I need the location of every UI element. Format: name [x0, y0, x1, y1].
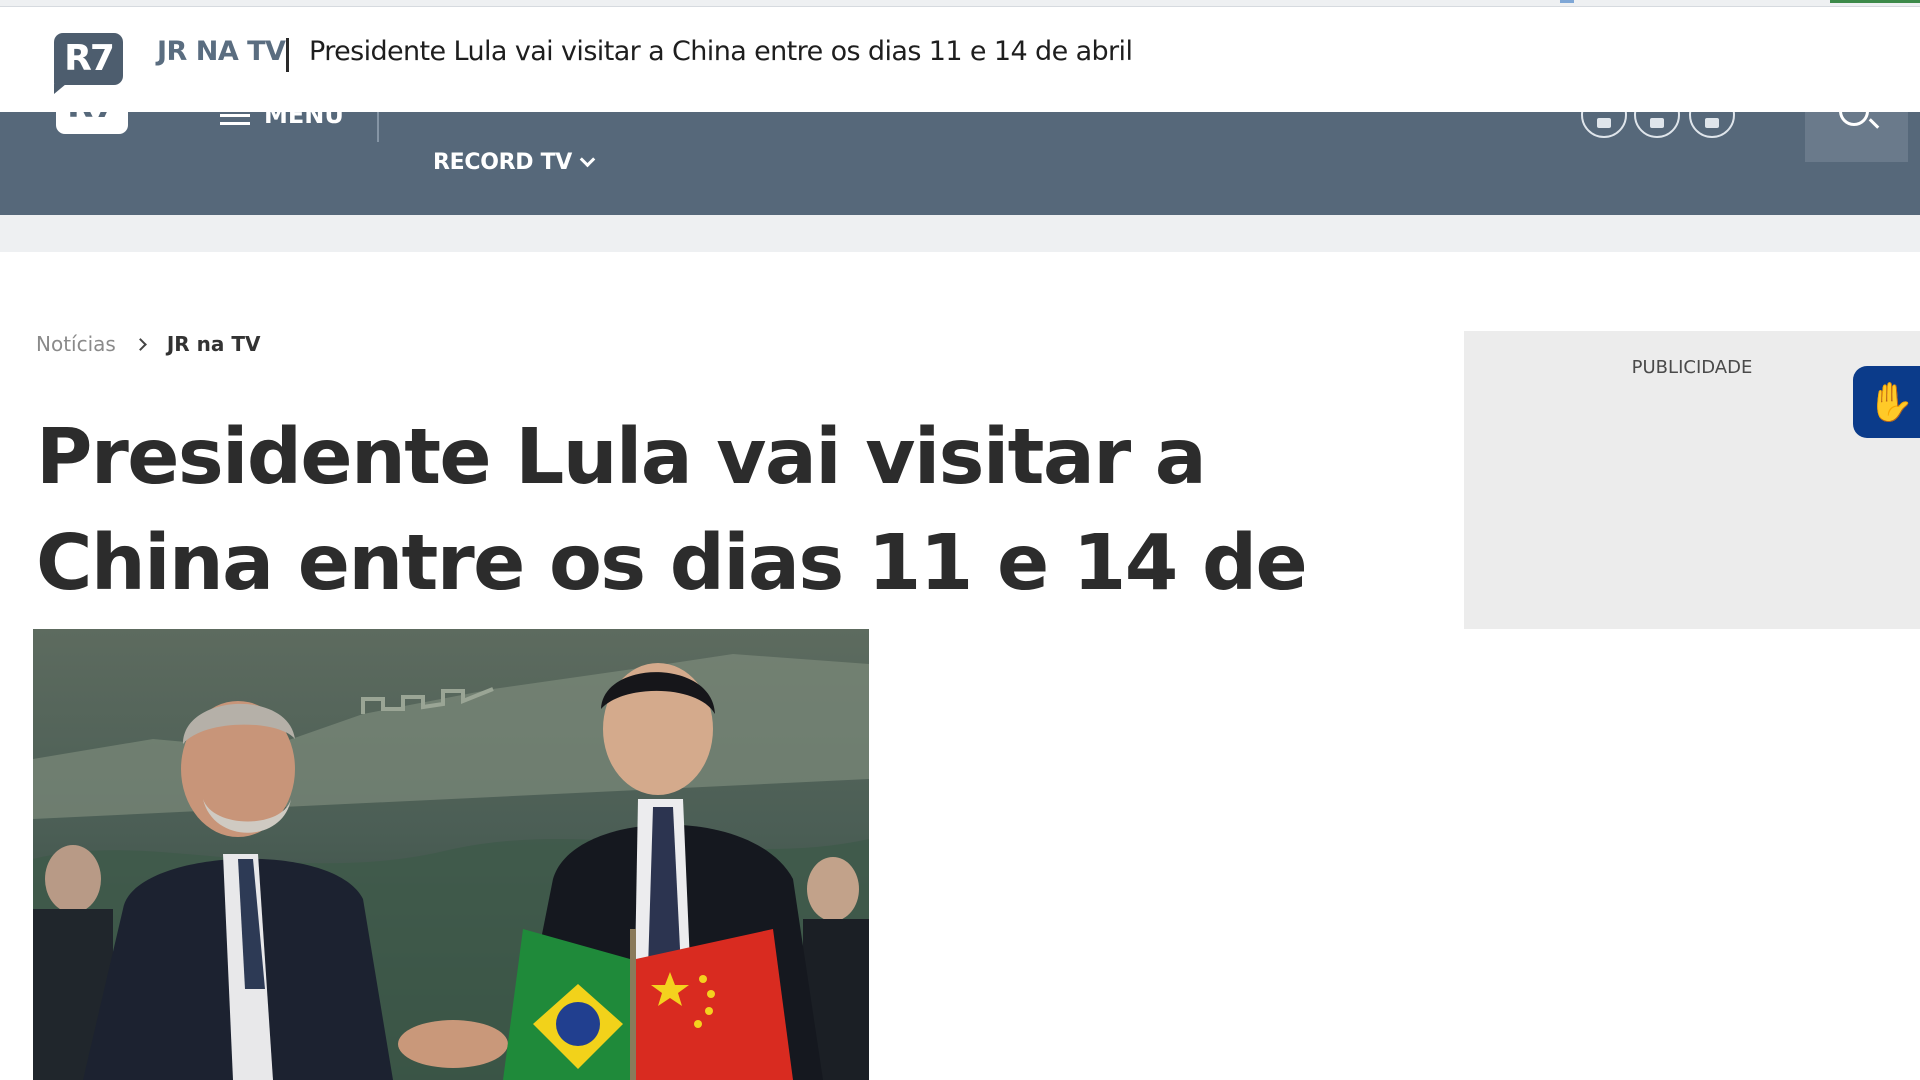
- advertisement-box: PUBLICIDADE: [1464, 331, 1920, 629]
- advertisement-label: PUBLICIDADE: [1631, 357, 1753, 378]
- tab-highlight: [1830, 0, 1920, 3]
- sign-language-hand-icon: ✋: [1867, 380, 1915, 424]
- accessibility-button[interactable]: ✋: [1853, 366, 1920, 438]
- twitter-glyph: [1650, 118, 1664, 128]
- instagram-icon[interactable]: [1689, 112, 1735, 138]
- twitter-icon[interactable]: [1634, 112, 1680, 138]
- search-button[interactable]: [1805, 112, 1908, 162]
- ad-strip: [0, 215, 1920, 252]
- main-navbar: R7 MENU RECORD TV: [0, 112, 1920, 215]
- search-icon: [1839, 112, 1869, 126]
- menu-label: MENU: [264, 112, 344, 129]
- r7-logo[interactable]: R7: [54, 33, 123, 94]
- chevron-right-icon: [133, 337, 147, 351]
- logo-speech-tail: [54, 84, 66, 94]
- page: R7 JR NA TV Presidente Lula vai visitar …: [0, 0, 1920, 1080]
- article-photo: [33, 629, 869, 1080]
- menu-button[interactable]: MENU: [220, 112, 344, 130]
- browser-top-strip: [0, 0, 1920, 7]
- hamburger-icon: [220, 112, 250, 126]
- sticky-section-link[interactable]: JR NA TV: [157, 36, 286, 67]
- chevron-down-icon: [579, 151, 596, 168]
- sticky-header: R7 JR NA TV Presidente Lula vai visitar …: [0, 8, 1920, 112]
- breadcrumb: Notícias JR na TV: [36, 332, 260, 356]
- facebook-glyph: [1597, 118, 1611, 128]
- search-icon-handle: [1868, 118, 1880, 129]
- record-tv-dropdown[interactable]: RECORD TV: [433, 150, 596, 175]
- nav-divider: [377, 112, 379, 142]
- photo-illustration: [33, 629, 869, 1080]
- sticky-separator: [286, 38, 289, 72]
- breadcrumb-noticias[interactable]: Notícias: [36, 332, 116, 356]
- r7-logo-text: R7: [64, 38, 115, 79]
- record-tv-label: RECORD TV: [433, 150, 573, 175]
- instagram-glyph: [1705, 118, 1719, 128]
- nav-r7-logo[interactable]: R7: [56, 112, 128, 134]
- facebook-icon[interactable]: [1581, 112, 1627, 138]
- loading-indicator: [1560, 0, 1574, 3]
- nav-logo-text: R7: [56, 112, 128, 126]
- breadcrumb-jr-na-tv[interactable]: JR na TV: [167, 332, 261, 356]
- sticky-headline: Presidente Lula vai visitar a China entr…: [309, 36, 1133, 67]
